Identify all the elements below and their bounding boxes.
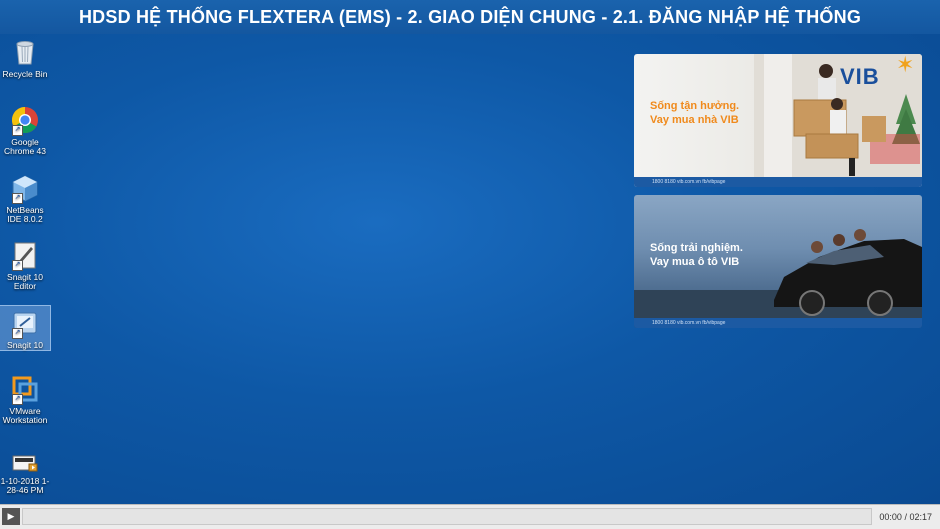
- snagit-icon: ↗: [11, 309, 39, 339]
- snagit-editor-icon: ↗: [11, 241, 39, 271]
- banner-slogan: Sống tận hưởng. Vay mua nhà VIB: [650, 100, 740, 126]
- seek-bar[interactable]: [22, 508, 872, 525]
- current-time: 00:00: [879, 512, 902, 522]
- desktop-icon-label: Recycle Bin: [2, 69, 48, 79]
- banner-slogan: Sống trải nghiệm. Vay mua ô tô VIB: [650, 242, 743, 268]
- time-separator: /: [904, 512, 907, 522]
- vmware-icon: ↗: [11, 375, 39, 405]
- banner-footer: 1800 8180 vib.com.vn fb/vibpage: [634, 177, 922, 187]
- vib-car-loan-banner[interactable]: Sống trải nghiệm. Vay mua ô tô VIB 1800 …: [634, 195, 922, 328]
- netbeans-icon: ↗: [11, 174, 39, 204]
- desktop-icon-label: Snagit 10: [7, 340, 43, 350]
- desktop-icon-vmware[interactable]: ↗ VMware Workstation: [0, 375, 50, 425]
- time-display: 00:00 / 02:17: [879, 505, 932, 529]
- vib-star-icon: ✶: [896, 54, 915, 77]
- total-time: 02:17: [909, 512, 932, 522]
- desktop-icon-label: VMware Workstation: [2, 406, 48, 425]
- desktop-icon-label: NetBeans IDE 8.0.2: [6, 205, 44, 224]
- recording-file-icon: [11, 453, 39, 473]
- video-title: HDSD HỆ THỐNG FLEXTERA (EMS) - 2. GIAO D…: [0, 0, 940, 34]
- shortcut-arrow-icon: ↗: [12, 328, 23, 339]
- desktop-icon-chrome[interactable]: ↗ Google Chrome 43: [0, 106, 50, 156]
- vib-logo: VIB: [840, 64, 880, 89]
- desktop-icon-label: Snagit 10 Editor: [7, 272, 43, 291]
- shortcut-arrow-icon: ↗: [12, 394, 23, 405]
- desktop-icon-netbeans[interactable]: ↗ NetBeans IDE 8.0.2: [0, 174, 50, 224]
- desktop-icon-snagit[interactable]: ↗ Snagit 10: [0, 305, 51, 351]
- play-button[interactable]: ▶: [2, 508, 20, 525]
- video-player-controls: ▶ 00:00 / 02:17: [0, 504, 940, 529]
- play-icon: ▶: [7, 511, 15, 521]
- vib-home-loan-banner[interactable]: VIB ✶ Sống tận hưởng. Vay mua nhà VIB 18…: [634, 54, 922, 187]
- recycle-bin-icon: [11, 38, 39, 66]
- banner-footer: 1800 8180 vib.com.vn fb/vibpage: [634, 318, 922, 328]
- desktop-icon-recording[interactable]: 1-10-2018 1-28-46 PM: [0, 453, 50, 495]
- shortcut-arrow-icon: ↗: [12, 260, 23, 271]
- desktop-icon-snagit-editor[interactable]: ↗ Snagit 10 Editor: [0, 241, 50, 291]
- chrome-icon: ↗: [11, 106, 39, 136]
- desktop-icon-label: 1-10-2018 1-28-46 PM: [0, 476, 50, 495]
- shortcut-arrow-icon: ↗: [12, 193, 23, 204]
- desktop-icon-label: Google Chrome 43: [3, 137, 47, 156]
- shortcut-arrow-icon: ↗: [12, 125, 23, 136]
- desktop-icon-recycle-bin[interactable]: Recycle Bin: [0, 38, 50, 79]
